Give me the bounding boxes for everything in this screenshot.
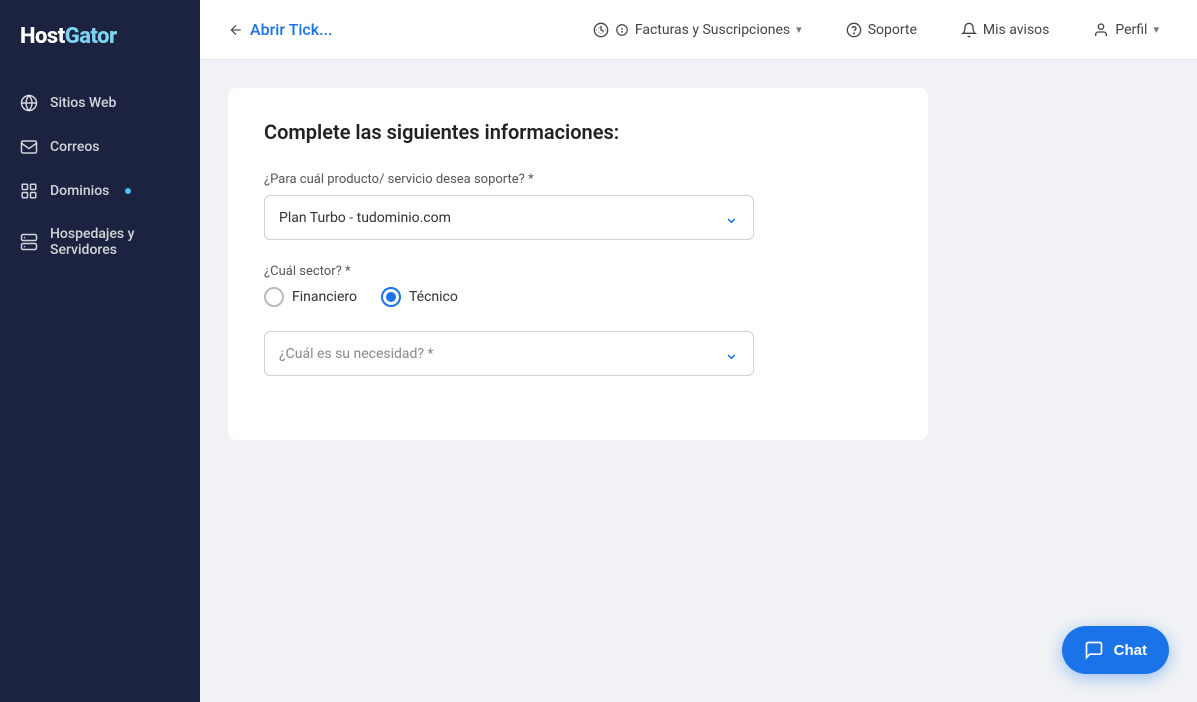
form-card: Complete las siguientes informaciones: ¿…: [228, 88, 928, 440]
need-select[interactable]: ¿Cuál es su necesidad? * ⌄: [264, 331, 754, 376]
need-placeholder: ¿Cuál es su necesidad? *: [279, 346, 434, 362]
header-title: Abrir Tick...: [250, 20, 332, 39]
perfil-label: Perfil: [1115, 22, 1147, 38]
nav-perfil[interactable]: Perfil ▾: [1083, 14, 1169, 46]
sidebar-item-label: Dominios: [50, 183, 109, 199]
sidebar-item-sitios-web[interactable]: Sitios Web: [0, 81, 200, 125]
back-button[interactable]: Abrir Tick...: [228, 20, 332, 39]
sidebar: HostGator Sitios Web Correos: [0, 0, 200, 702]
mail-icon: [20, 138, 38, 156]
product-value: Plan Turbo - tudominio.com: [279, 210, 451, 226]
radio-label-financiero: Financiero: [292, 289, 357, 305]
logo: HostGator: [0, 0, 200, 73]
sector-group: ¿Cuál sector? * Financiero Técnico: [264, 264, 892, 307]
sidebar-item-dominios[interactable]: Dominios: [0, 169, 200, 213]
radio-tecnico[interactable]: Técnico: [381, 287, 458, 307]
sidebar-item-label: Hospedajes y Servidores: [50, 226, 180, 258]
sector-label: ¿Cuál sector? *: [264, 264, 892, 279]
form-title: Complete las siguientes informaciones:: [264, 120, 892, 144]
notification-dot: [125, 188, 131, 194]
soporte-label: Soporte: [868, 22, 917, 38]
radio-financiero[interactable]: Financiero: [264, 287, 357, 307]
chevron-down-icon: ⌄: [724, 343, 739, 364]
radio-label-tecnico: Técnico: [409, 289, 458, 305]
sidebar-item-hospedajes[interactable]: Hospedajes y Servidores: [0, 213, 200, 271]
radio-inner-tecnico: [386, 292, 396, 302]
server-icon: [20, 233, 38, 251]
sidebar-nav: Sitios Web Correos Dominios: [0, 73, 200, 279]
nav-soporte[interactable]: Soporte: [836, 14, 927, 46]
nav-avisos[interactable]: Mis avisos: [951, 14, 1059, 46]
grid-icon: [20, 182, 38, 200]
sidebar-item-label: Correos: [50, 139, 100, 155]
need-group: ¿Cuál es su necesidad? * ⌄: [264, 331, 892, 376]
facturas-label: Facturas y Suscripciones: [635, 22, 790, 38]
content-area: Complete las siguientes informaciones: ¿…: [200, 60, 1197, 702]
radio-outer-tecnico: [381, 287, 401, 307]
globe-icon: [20, 94, 38, 112]
header: Abrir Tick... Facturas y Suscripciones ▾: [200, 0, 1197, 60]
chevron-down-icon: ▾: [1153, 23, 1159, 36]
product-label: ¿Para cuál producto/ servicio desea sopo…: [264, 172, 892, 187]
sidebar-item-label: Sitios Web: [50, 95, 116, 111]
radio-group: Financiero Técnico: [264, 287, 892, 307]
chat-button[interactable]: Chat: [1062, 626, 1169, 674]
avisos-label: Mis avisos: [983, 22, 1049, 38]
nav-facturas[interactable]: Facturas y Suscripciones ▾: [583, 14, 812, 46]
chevron-down-icon: ▾: [796, 23, 802, 36]
sidebar-item-correos[interactable]: Correos: [0, 125, 200, 169]
main-area: Abrir Tick... Facturas y Suscripciones ▾: [200, 0, 1197, 702]
product-group: ¿Para cuál producto/ servicio desea sopo…: [264, 172, 892, 240]
product-select[interactable]: Plan Turbo - tudominio.com ⌄: [264, 195, 754, 240]
radio-outer-financiero: [264, 287, 284, 307]
chat-label: Chat: [1114, 642, 1147, 659]
chevron-down-icon: ⌄: [724, 207, 739, 228]
